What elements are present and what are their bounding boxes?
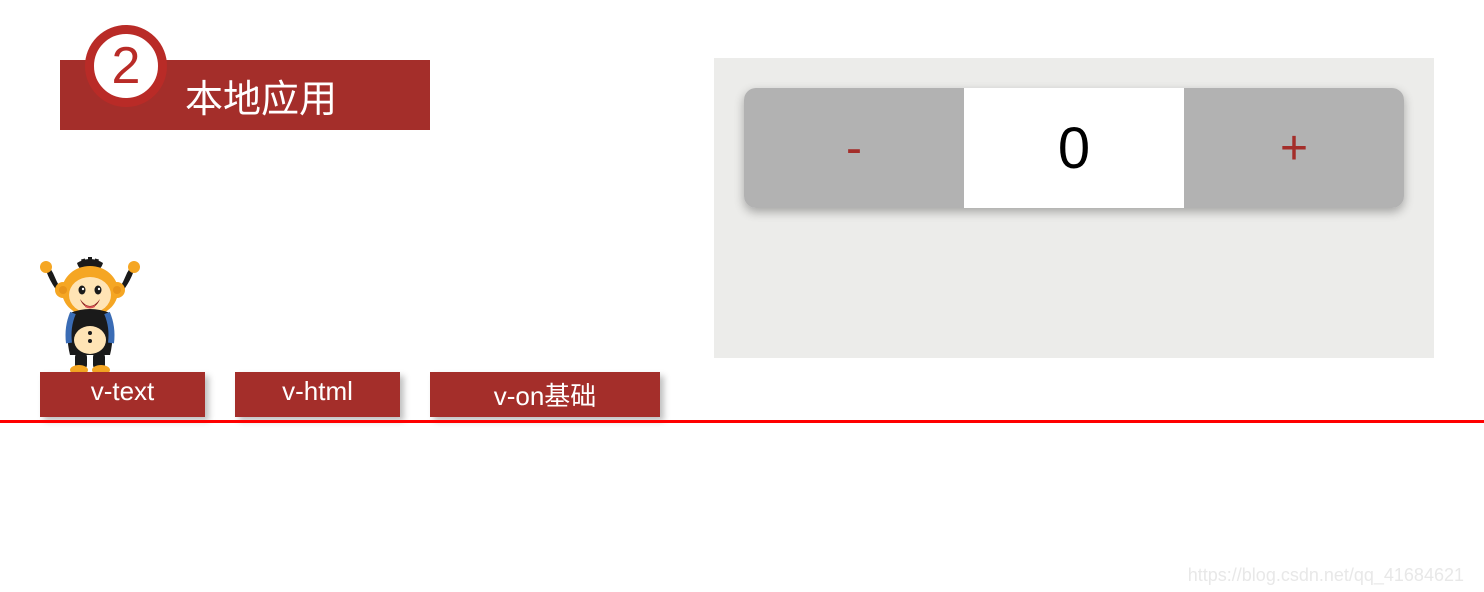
section-number: 2 — [112, 40, 141, 92]
tag-v-text[interactable]: v-text — [40, 372, 205, 417]
directive-tags-row: v-text v-html v-on基础 — [40, 372, 660, 417]
tag-label: v-text — [91, 376, 155, 406]
tag-v-html[interactable]: v-html — [235, 372, 400, 417]
counter-demo-panel: - 0 + — [714, 58, 1434, 358]
counter-control: - 0 + — [744, 88, 1404, 208]
decrement-button[interactable]: - — [744, 88, 964, 208]
plus-icon: + — [1280, 121, 1308, 176]
minus-icon: - — [846, 121, 862, 176]
watermark-text: https://blog.csdn.net/qq_41684621 — [1188, 565, 1464, 586]
counter-value-display: 0 — [964, 88, 1184, 208]
tag-label: v-html — [282, 376, 353, 406]
divider-line — [0, 420, 1484, 423]
tag-v-on[interactable]: v-on基础 — [430, 372, 660, 417]
counter-value: 0 — [1058, 115, 1090, 182]
mascot-icon — [35, 255, 145, 375]
section-title: 本地应用 — [185, 68, 337, 123]
tag-label: v-on基础 — [494, 381, 597, 411]
increment-button[interactable]: + — [1184, 88, 1404, 208]
section-number-badge: 2 — [85, 25, 167, 107]
